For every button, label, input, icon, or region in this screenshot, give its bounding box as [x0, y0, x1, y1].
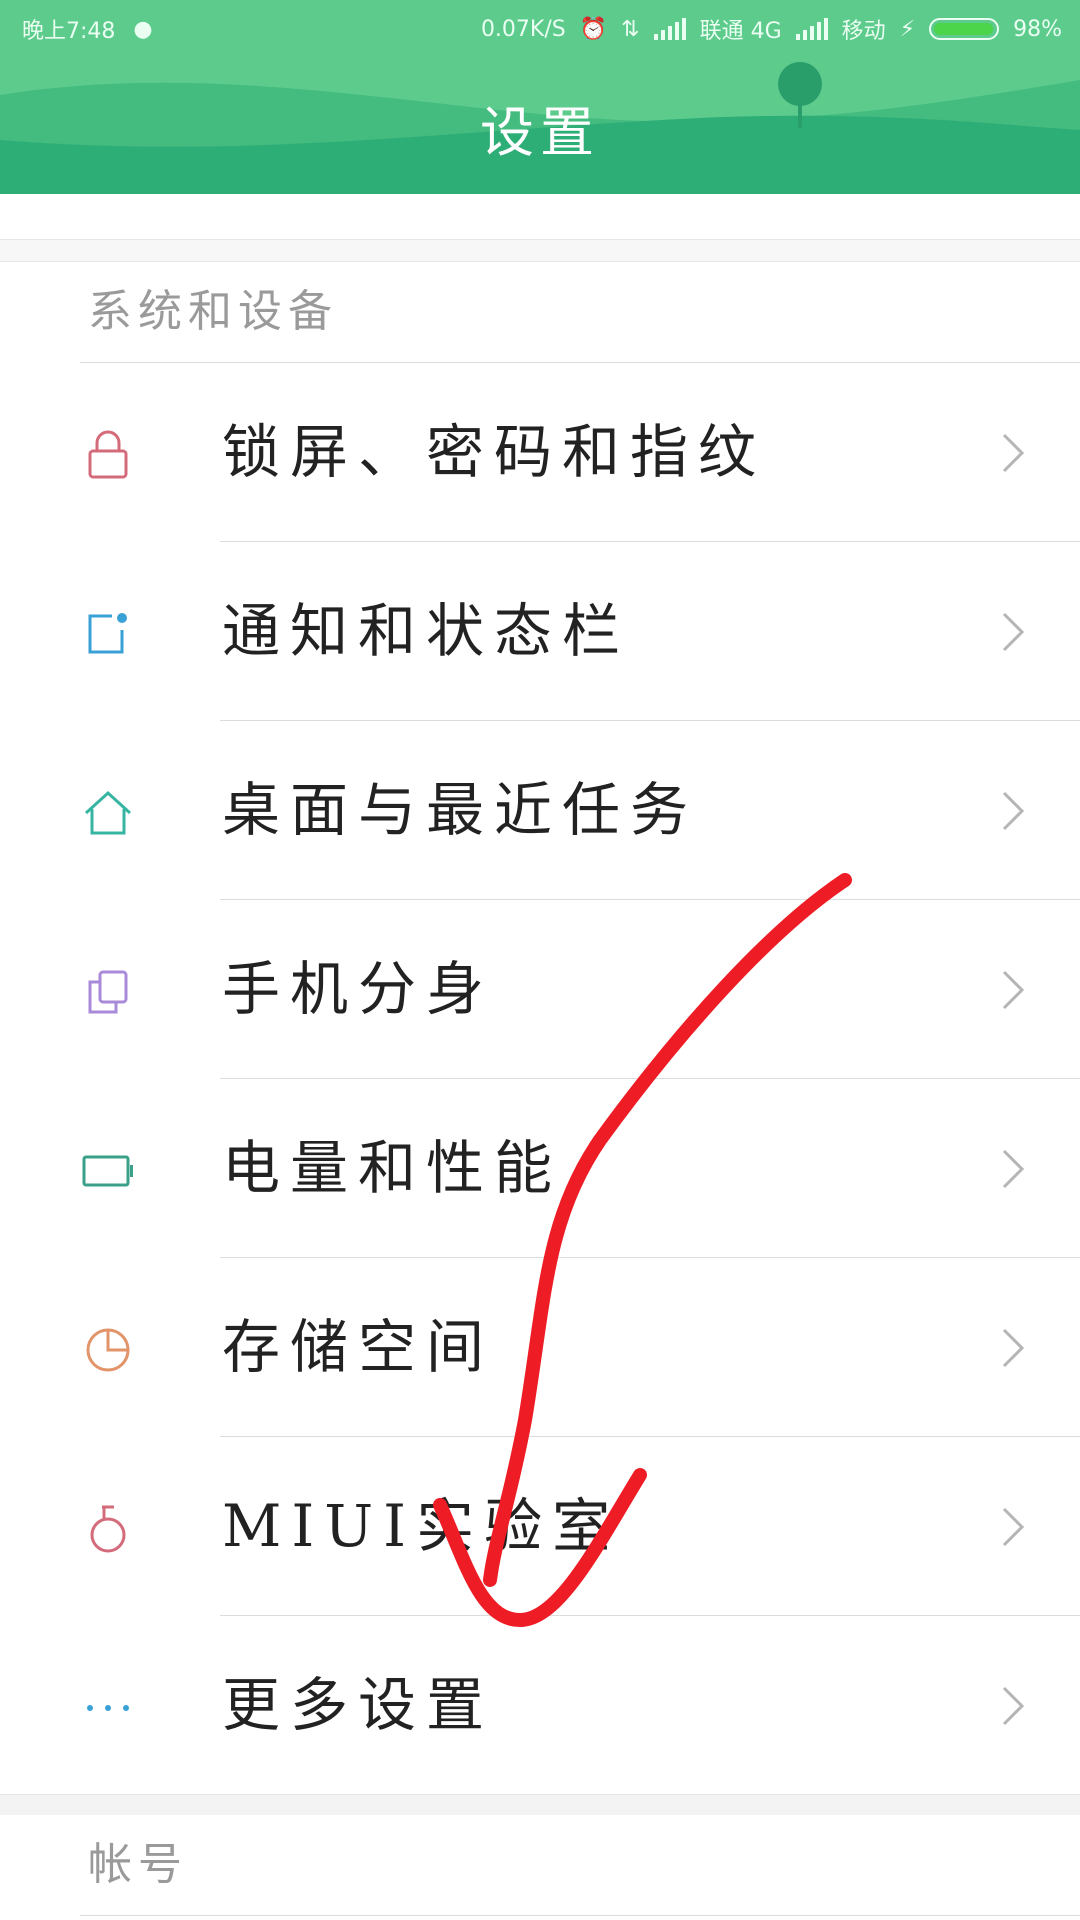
chevron-right-icon: [1002, 1149, 1025, 1189]
more-icon: [87, 1705, 129, 1711]
settings-item-label: 通知和状态栏: [222, 597, 631, 665]
charging-icon: ⚡: [899, 16, 916, 42]
settings-item-label: 桌面与最近任务: [222, 776, 699, 844]
settings-item-more-settings[interactable]: 更多设置: [0, 1616, 1080, 1795]
net-speed: 0.07K/S: [480, 16, 566, 42]
chevron-right-icon: [1002, 970, 1025, 1010]
carrier-1: 联通 4G: [699, 19, 782, 44]
section-system-device: 系统和设备 锁屏、密码和指纹 通知和状态栏 桌面与最近任务 手机分身 电量和性能…: [0, 261, 1080, 1795]
pie-chart-icon: [86, 1328, 130, 1372]
settings-item-label: 手机分身: [222, 955, 495, 1023]
chevron-right-icon: [1002, 612, 1025, 652]
header: 晚上7:48 ● 0.07K/S ⏰ ⇅ 联通 4G 移动 ⚡ 98% 设置: [0, 0, 1080, 194]
search-band: [0, 194, 1080, 240]
status-bar: 晚上7:48 ● 0.07K/S ⏰ ⇅ 联通 4G 移动 ⚡ 98%: [0, 0, 1080, 56]
settings-item-lockscreen[interactable]: 锁屏、密码和指纹: [0, 363, 1080, 542]
clock: 晚上7:48: [22, 19, 116, 44]
signal-icon-2: [795, 18, 828, 40]
settings-item-label: 存储空间: [222, 1313, 495, 1381]
settings-item-label: 电量和性能: [222, 1134, 563, 1202]
settings-item-home-screen[interactable]: 桌面与最近任务: [0, 721, 1080, 900]
section-title: 系统和设备: [80, 262, 1080, 363]
qq-icon: ●: [133, 16, 153, 42]
chevron-right-icon: [1002, 791, 1025, 831]
chevron-right-icon: [1002, 1507, 1025, 1547]
battery-icon: [929, 18, 1000, 40]
chevron-right-icon: [1002, 1686, 1025, 1726]
battery-percent: 98%: [1013, 16, 1062, 42]
settings-item-miui-lab[interactable]: MIUI实验室: [0, 1437, 1080, 1616]
settings-item-notifications[interactable]: 通知和状态栏: [0, 542, 1080, 721]
notification-icon: [88, 613, 127, 654]
section-title: 帐号: [80, 1815, 1080, 1916]
settings-item-label: 锁屏、密码和指纹: [222, 418, 767, 486]
home-icon: [84, 790, 132, 835]
carrier-2: 移动: [841, 19, 886, 44]
settings-item-label: 更多设置: [222, 1671, 495, 1739]
section-gap: [0, 1794, 1080, 1816]
battery-icon: [82, 1155, 133, 1187]
section-account: 帐号: [0, 1815, 1080, 1920]
settings-item-storage[interactable]: 存储空间: [0, 1258, 1080, 1437]
clone-icon: [88, 970, 128, 1014]
settings-item-battery-performance[interactable]: 电量和性能: [0, 1079, 1080, 1258]
alarm-icon: ⏰: [579, 16, 608, 42]
settings-item-second-space[interactable]: 手机分身: [0, 900, 1080, 1079]
settings-item-label: MIUI实验室: [222, 1492, 621, 1560]
page-title: 设置: [480, 101, 600, 164]
data-arrows-icon: ⇅: [621, 16, 640, 42]
chevron-right-icon: [1002, 1328, 1025, 1368]
lock-icon: [88, 430, 128, 479]
flask-icon: [90, 1505, 126, 1553]
chevron-right-icon: [1002, 433, 1025, 473]
signal-icon: [653, 18, 686, 40]
